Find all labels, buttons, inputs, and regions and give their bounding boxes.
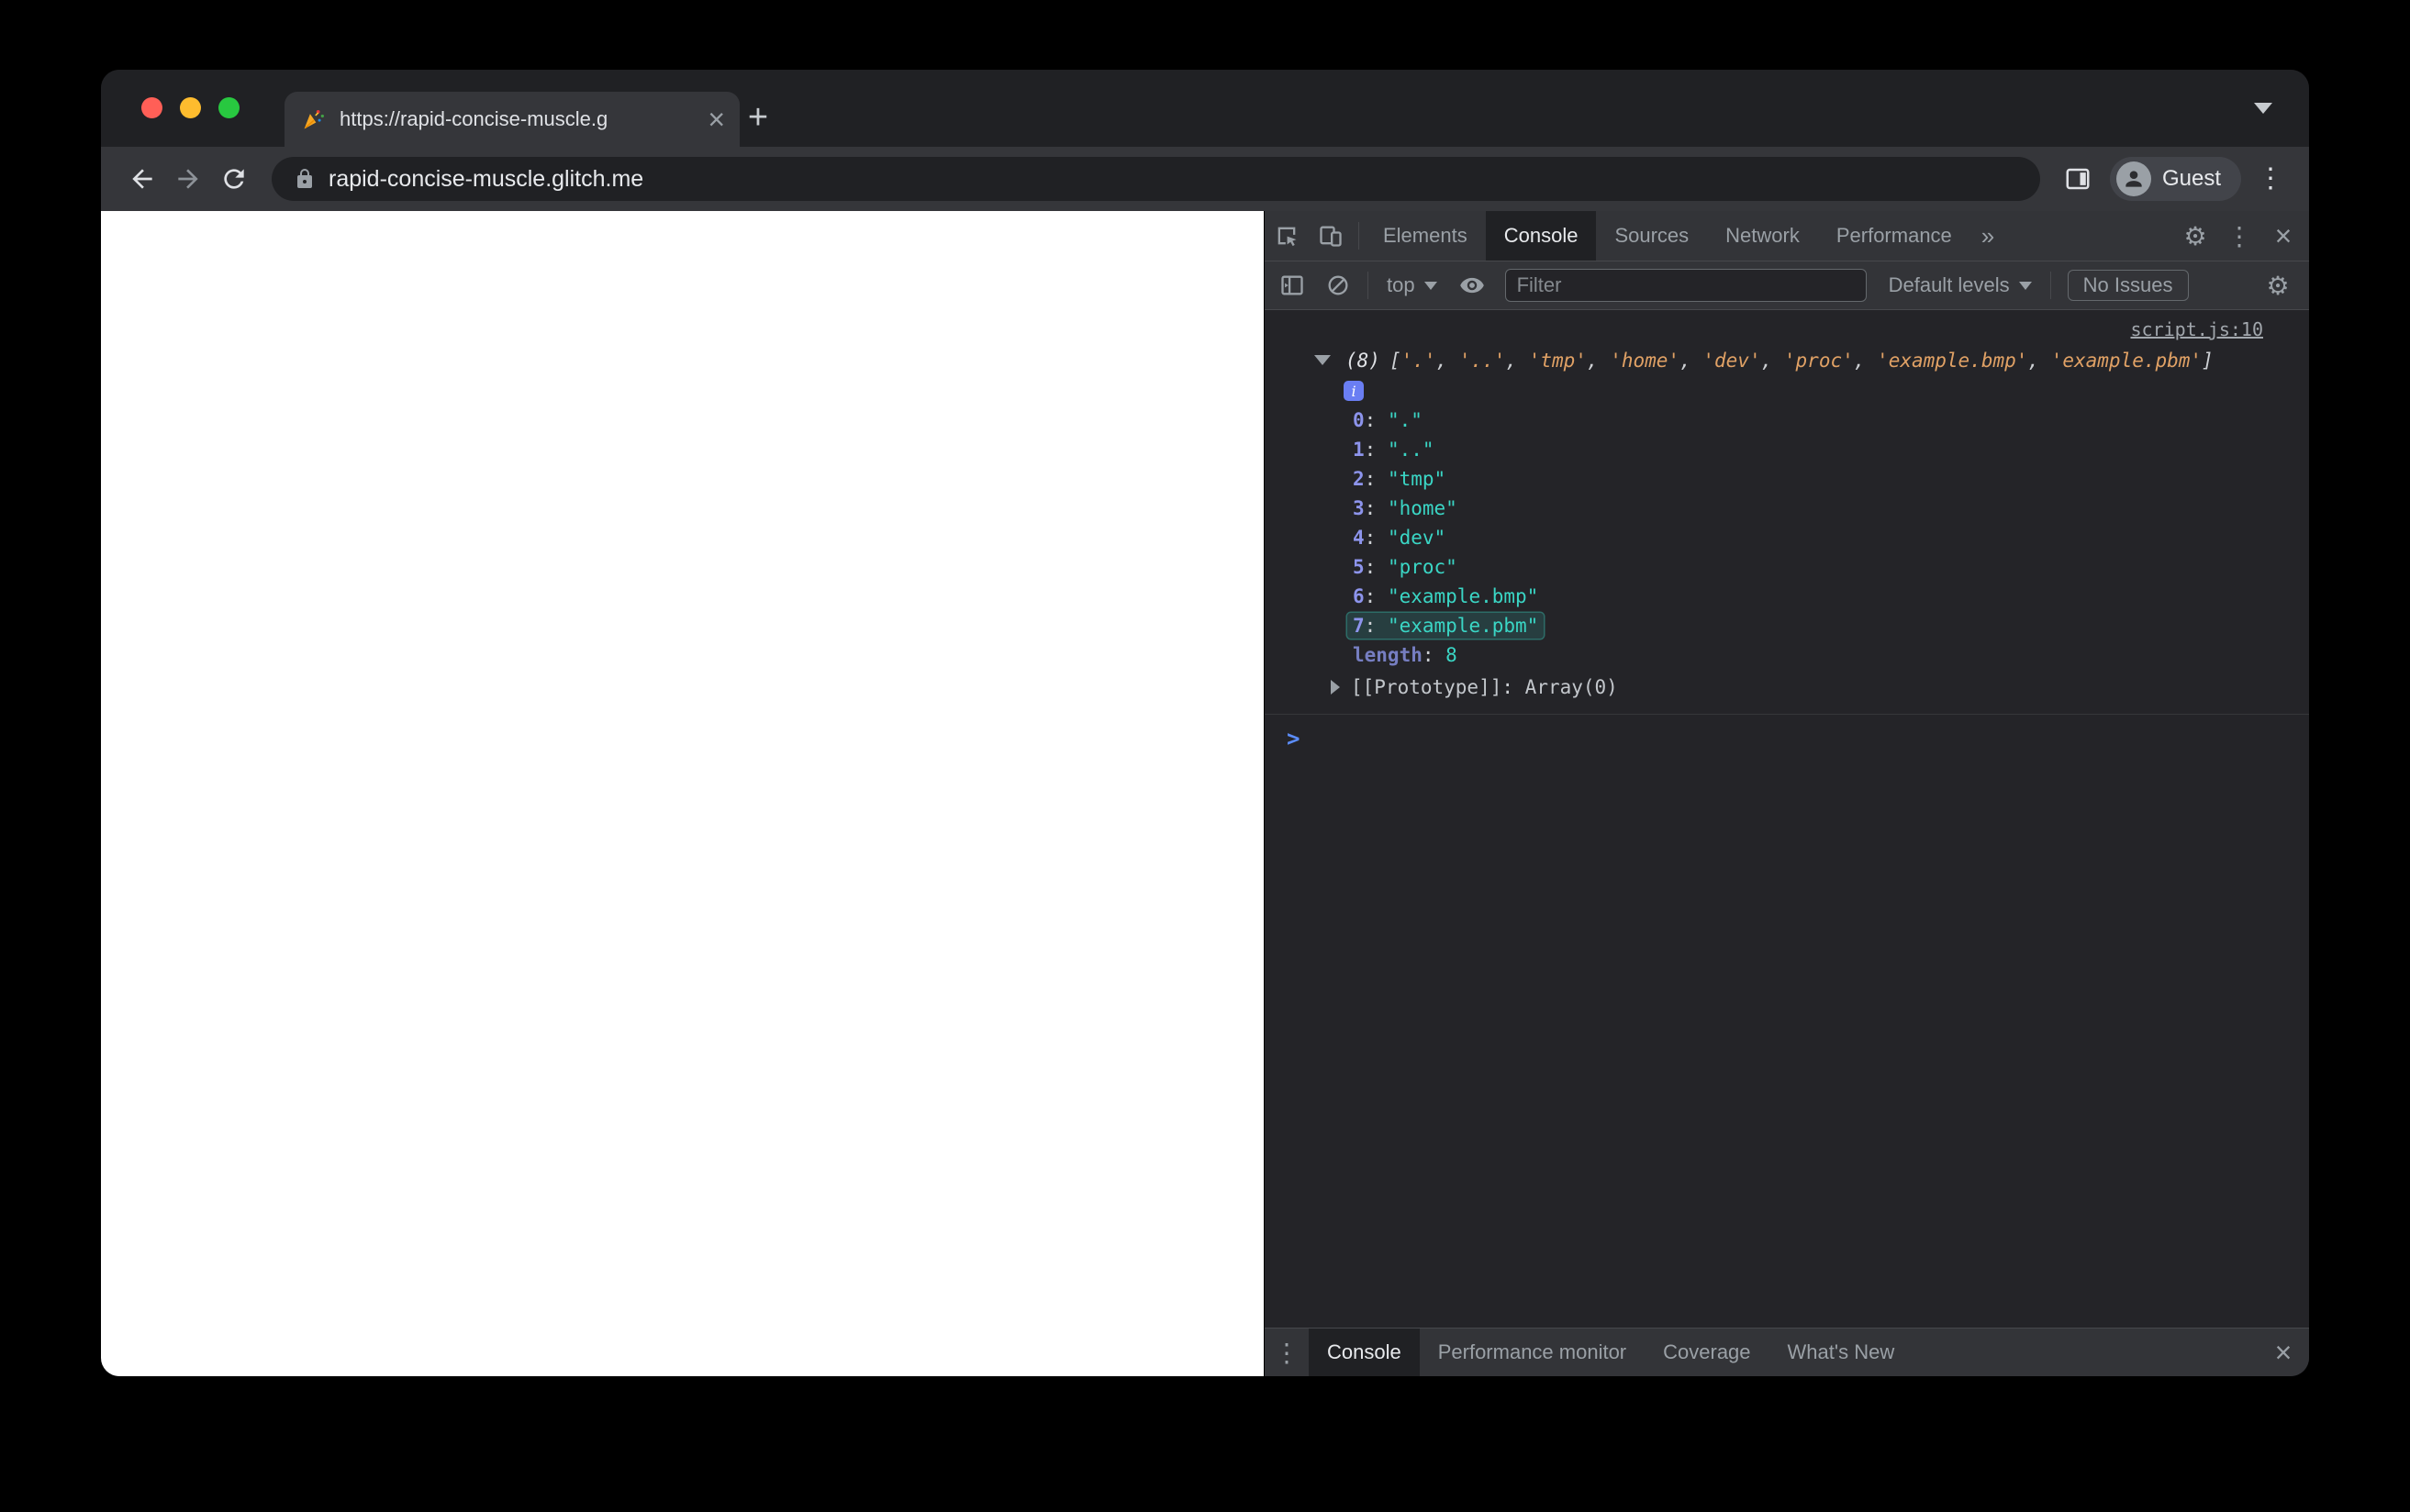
avatar xyxy=(2115,161,2151,196)
clear-console-button[interactable] xyxy=(1316,272,1360,298)
console-toolbar: top Default levels No Issues ⚙ xyxy=(1265,261,2309,310)
chevron-down-icon xyxy=(2018,281,2032,290)
back-button[interactable] xyxy=(119,156,165,202)
array-preview-items: '.', '..', 'tmp', 'home', 'dev', 'proc',… xyxy=(1400,350,2203,372)
profile-label: Guest xyxy=(2161,166,2221,191)
settings-gear-icon[interactable]: ⚙ xyxy=(2173,221,2217,251)
array-preview-item: '..' xyxy=(1458,350,1506,372)
issues-counter[interactable]: No Issues xyxy=(2067,270,2189,301)
browser-tab[interactable]: https://rapid-concise-muscle.g × xyxy=(285,92,740,147)
console-array-entry: 7: "example.pbm" xyxy=(1347,611,2309,640)
console-sidebar-button[interactable] xyxy=(1270,272,1314,298)
drawer-close-icon[interactable]: × xyxy=(2261,1336,2305,1370)
array-preview-item: 'home' xyxy=(1610,350,1680,372)
devtools-close-icon[interactable]: × xyxy=(2261,219,2305,253)
drawer-tab-list: Console Performance monitor Coverage What's… xyxy=(1309,1329,1913,1376)
separator xyxy=(1367,272,1368,299)
browser-toolbar: rapid-concise-muscle.glitch.me Guest ⋮ xyxy=(101,147,2309,211)
tab-sources[interactable]: Sources xyxy=(1596,211,1707,261)
length-key: length xyxy=(1353,644,1423,666)
console-array-entry: 3: "home" xyxy=(1353,497,1457,519)
chevron-down-icon xyxy=(1423,281,1437,290)
side-panel-button[interactable] xyxy=(2055,156,2101,202)
drawer-menu-icon[interactable]: ⋮ xyxy=(1265,1329,1309,1376)
array-preview-row[interactable]: (8) ['.', '..', 'tmp', 'home', 'dev', 'pr… xyxy=(1265,345,2309,376)
array-entries: 0: "." 1: ".." 2: "tmp" 3: "home" 4: "dev" 5:… xyxy=(1265,406,2309,640)
console-array-entry: 1: ".." xyxy=(1353,439,1434,461)
devtools-menu-icon[interactable]: ⋮ xyxy=(2217,221,2261,251)
tab-console[interactable]: Console xyxy=(1309,1329,1420,1376)
tab-title: https://rapid-concise-muscle.g xyxy=(340,107,608,130)
inspect-element-button[interactable] xyxy=(1265,211,1309,261)
tab-coverage[interactable]: Coverage xyxy=(1645,1329,1768,1376)
browser-window: https://rapid-concise-muscle.g × + rapid… xyxy=(101,70,2309,1376)
tab-console[interactable]: Console xyxy=(1485,211,1597,261)
close-window-button[interactable] xyxy=(141,97,162,118)
source-link-row: script.js:10 xyxy=(1265,316,2309,345)
forward-button[interactable] xyxy=(165,156,211,202)
length-value: 8 xyxy=(1445,644,1457,666)
window-content: Elements Console Sources Network Performance… xyxy=(101,211,2309,1376)
url-text[interactable]: rapid-concise-muscle.glitch.me xyxy=(329,166,643,193)
separator xyxy=(2049,272,2051,299)
context-selector[interactable]: top xyxy=(1376,273,1448,297)
array-preview-item: 'dev' xyxy=(1702,350,1761,372)
console-message: script.js:10 (8) ['.', '..', 'tmp', 'home… xyxy=(1265,316,2309,715)
console-output: script.js:10 (8) ['.', '..', 'tmp', 'home… xyxy=(1265,310,2309,1328)
log-levels-dropdown[interactable]: Default levels xyxy=(1878,273,2043,297)
tab-what-s-new[interactable]: What's New xyxy=(1769,1329,1913,1376)
chevron-down-icon[interactable] xyxy=(2254,103,2272,114)
prompt-chevron-icon: > xyxy=(1287,726,1300,751)
array-preview-item: 'example.pbm' xyxy=(2050,350,2203,372)
console-array-entry: 2: "tmp" xyxy=(1353,468,1446,490)
console-settings-gear-icon[interactable]: ⚙ xyxy=(2256,271,2300,301)
live-expression-eye-icon[interactable] xyxy=(1450,272,1494,298)
info-icon[interactable]: i xyxy=(1344,381,1364,401)
console-array-entry: 0: "." xyxy=(1353,409,1423,431)
prototype-key: [[Prototype]] xyxy=(1351,676,1502,698)
devtools-panel: Elements Console Sources Network Performance… xyxy=(1264,211,2309,1376)
address-bar[interactable]: rapid-concise-muscle.glitch.me xyxy=(272,157,2040,201)
devtools-tab-list: Elements Console Sources Network Performance xyxy=(1365,211,1970,261)
minimize-window-button[interactable] xyxy=(180,97,201,118)
device-toolbar-button[interactable] xyxy=(1309,211,1353,261)
source-link[interactable]: script.js:10 xyxy=(2131,318,2264,340)
tab-performance[interactable]: Performance xyxy=(1818,211,1970,261)
person-icon xyxy=(2125,171,2142,187)
party-popper-icon xyxy=(304,109,324,129)
page-content xyxy=(101,211,1264,1376)
maximize-window-button[interactable] xyxy=(218,97,240,118)
array-length-row: length: 8 xyxy=(1353,644,1457,666)
prototype-row[interactable]: [[Prototype]]: Array(0) xyxy=(1265,672,2309,703)
collapsed-triangle-icon[interactable] xyxy=(1331,680,1340,695)
array-preview-item: 'example.bmp' xyxy=(1877,350,2028,372)
devtools-tabbar: Elements Console Sources Network Performance… xyxy=(1265,211,2309,261)
console-array-entry: 4: "dev" xyxy=(1353,527,1446,549)
array-length-prefix: (8) xyxy=(1345,350,1380,372)
profile-button[interactable]: Guest xyxy=(2109,157,2241,201)
more-tabs-button[interactable]: » xyxy=(1970,211,2005,261)
array-preview-item: '.' xyxy=(1400,350,1436,372)
array-preview-item: 'tmp' xyxy=(1528,350,1587,372)
devtools-drawer: ⋮ Console Performance monitor Coverage What… xyxy=(1265,1328,2309,1376)
filter-input[interactable] xyxy=(1504,269,1867,302)
traffic-lights xyxy=(141,97,240,118)
reload-button[interactable] xyxy=(211,156,257,202)
prototype-value: Array(0) xyxy=(1524,676,1618,698)
tab-performance-monitor[interactable]: Performance monitor xyxy=(1420,1329,1645,1376)
new-tab-button[interactable]: + xyxy=(738,97,778,138)
console-array-entry: 5: "proc" xyxy=(1353,556,1457,578)
info-row: i xyxy=(1265,376,2309,406)
tab-network[interactable]: Network xyxy=(1707,211,1818,261)
console-prompt[interactable]: > xyxy=(1265,715,2309,751)
expand-triangle-icon[interactable] xyxy=(1314,355,1331,365)
array-preview-item: 'proc' xyxy=(1783,350,1854,372)
console-array-entry: 6: "example.bmp" xyxy=(1353,585,1539,607)
tab-elements[interactable]: Elements xyxy=(1365,211,1486,261)
lock-icon[interactable] xyxy=(294,168,316,190)
tab-close-icon[interactable]: × xyxy=(708,105,725,134)
tab-strip: https://rapid-concise-muscle.g × + xyxy=(101,70,2309,147)
separator xyxy=(1358,222,1359,250)
browser-menu-icon[interactable]: ⋮ xyxy=(2250,159,2291,199)
